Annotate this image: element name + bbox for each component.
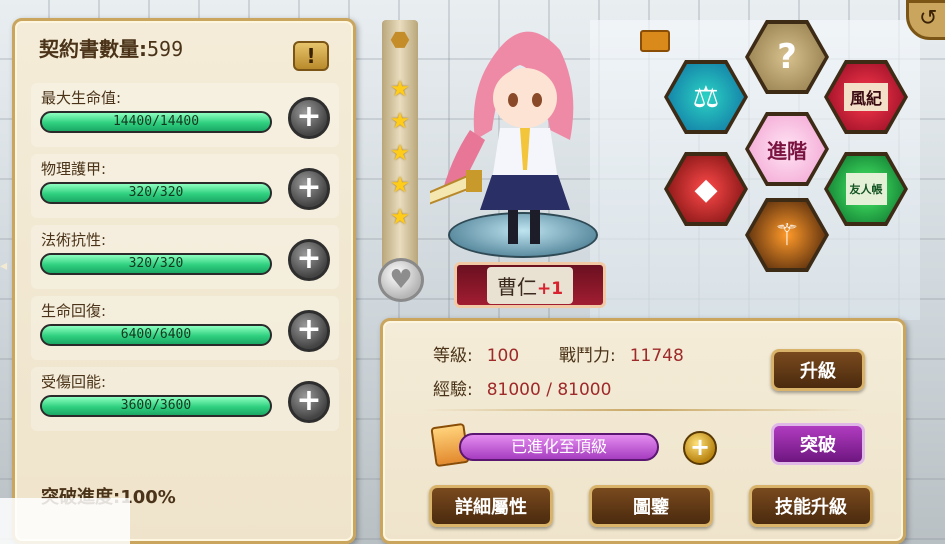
fengji-label: 風紀 [843,83,888,111]
stat-bar: 14400/14400 [40,111,272,133]
stat-label: 生命回復: [41,302,107,320]
plus-icon: + [296,170,322,205]
stat-value: 14400/14400 [112,114,200,129]
stat-label: 受傷回能: [41,373,107,391]
star-icon: ★ [390,173,410,198]
upgrade-button[interactable]: 升級 [771,349,865,391]
stat-label: 最大生命值: [41,89,122,107]
stats-panel: 契約書數量:599 ! 最大生命值: 14400/14400 + 物理護甲: 3… [12,18,356,544]
star-icon: ★ [390,141,410,166]
watermark-patch [0,498,130,544]
skill-upgrade-button[interactable]: 技能升級 [749,485,873,527]
star-column: ⬣ ★ ★ ★ ★ ★ [382,20,418,270]
stat-label: 法術抗性: [41,231,107,249]
stat-row-energy-on-hit: 受傷回能: 3600/3600 + [31,367,339,431]
character-name-plate: 曹仁+1 [454,262,606,308]
exclamation-icon: ! [306,44,316,68]
power-value: 11748 [629,346,684,366]
star-icon: ★ [390,109,410,134]
character-name-text: 曹仁 [496,274,537,299]
question-icon: ? [777,37,797,77]
exp-label: 經驗: [433,380,473,400]
plus-icon: + [296,241,322,276]
breakthrough-button[interactable]: 突破 [771,423,865,465]
add-stat-button[interactable]: + [288,168,330,210]
stat-value: 3600/3600 [120,398,192,413]
plus-icon: + [296,99,322,134]
power-row: 戰鬥力: 11748 [559,341,684,366]
power-label: 戰鬥力: [559,346,616,366]
star-icon: ★ [390,77,410,102]
level-row: 等級: 100 [433,341,519,366]
add-evolve-button[interactable]: + [683,431,717,465]
heart-icon: ♥ [389,265,413,295]
favorite-heart-button[interactable]: ♥ [378,258,424,302]
star-icon: ★ [390,205,410,230]
stat-bar: 3600/3600 [40,395,272,417]
stat-value: 320/320 [128,185,184,200]
add-stat-button[interactable]: + [288,310,330,352]
stat-row-max-hp: 最大生命值: 14400/14400 + [31,83,339,147]
stat-row-armor: 物理護甲: 320/320 + [31,154,339,218]
exp-row: 經驗: 81000 / 81000 [433,375,611,400]
stat-value: 320/320 [128,256,184,271]
plus-icon: + [689,433,711,461]
character-rank: +1 [536,278,564,299]
divider [423,409,863,411]
contracts-label: 契約書數量: [39,37,147,61]
stat-row-hp-regen: 生命回復: 6400/6400 + [31,296,339,360]
armor-icon: ⬣ [390,28,410,53]
book-icon[interactable] [640,30,670,52]
advance-label: 進階 [767,138,807,163]
stat-value: 6400/6400 [120,327,192,342]
details-button[interactable]: 詳細屬性 [429,485,553,527]
stat-label: 物理護甲: [41,160,107,178]
stat-bar: 320/320 [40,253,272,275]
plus-icon: + [296,383,322,418]
character-name: 曹仁+1 [486,266,574,304]
stat-bar: 6400/6400 [40,324,272,346]
add-stat-button[interactable]: + [288,239,330,281]
hero-info-panel: 等級: 100 戰鬥力: 11748 經驗: 81000 / 81000 升級 已進化… [380,318,906,544]
plus-icon: + [296,312,322,347]
codex-button[interactable]: 圖鑒 [589,485,713,527]
contracts-value: 599 [147,37,184,61]
add-stat-button[interactable]: + [288,381,330,423]
friend-book-label: 友人帳 [845,173,887,205]
contracts-count: 契約書數量:599 [39,33,183,62]
trident-icon: ⚚ [773,217,801,253]
add-stat-button[interactable]: + [288,97,330,139]
back-icon: ↺ [919,6,938,31]
info-button[interactable]: ! [293,41,329,71]
exp-value: 81000 / 81000 [486,380,612,400]
level-label: 等級: [433,346,473,366]
gem-icon: ◆ [694,171,718,207]
evolve-status-bar: 已進化至頂級 [459,433,659,461]
scale-icon: ⚖ [692,79,720,115]
character-sprite[interactable] [430,10,610,280]
stat-row-magic-resist: 法術抗性: 320/320 + [31,225,339,289]
stat-bar: 320/320 [40,182,272,204]
level-value: 100 [486,346,520,366]
